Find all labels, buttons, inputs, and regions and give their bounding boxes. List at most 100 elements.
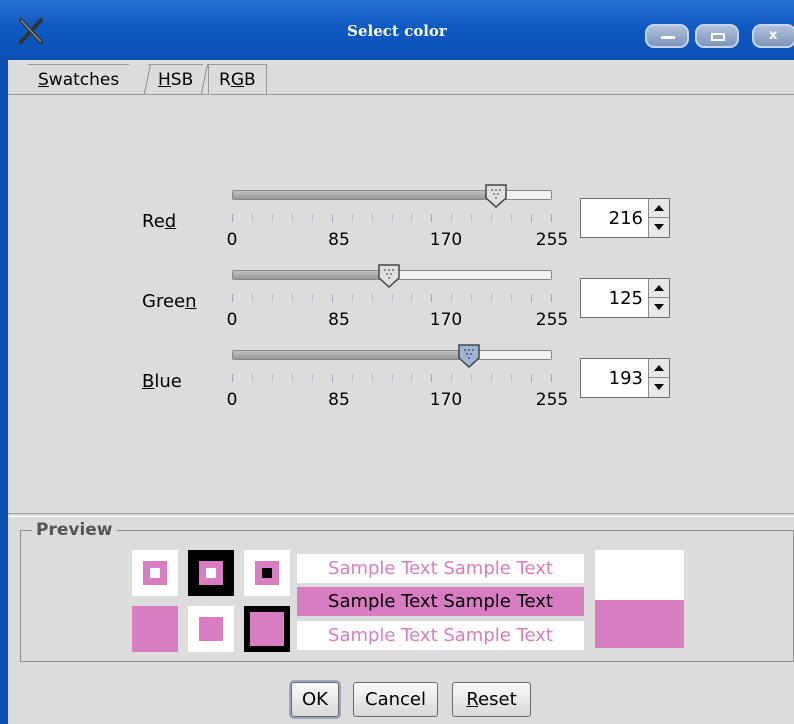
slider-tick: [352, 294, 353, 301]
red-slider-fill: [233, 191, 498, 199]
slider-tick: [272, 294, 273, 301]
slider-tick: [292, 294, 293, 301]
tab-rgb[interactable]: RGB: [208, 64, 267, 94]
slider-tick: [491, 214, 492, 221]
green-slider-thumb[interactable]: [377, 264, 401, 288]
blue-scale-label: 0: [226, 390, 238, 410]
blue-increment-button[interactable]: [649, 359, 669, 378]
minimize-button[interactable]: [645, 24, 689, 48]
red-value-input[interactable]: [583, 201, 647, 235]
green-spin-buttons: [648, 279, 669, 317]
slider-tick: [411, 214, 412, 221]
close-button[interactable]: x: [752, 24, 794, 48]
slider-tick: [511, 374, 512, 381]
slider-tick: [531, 374, 532, 382]
slider-tick: [372, 374, 373, 381]
slider-tick: [252, 294, 253, 301]
green-slider-fill: [233, 271, 391, 279]
red-slider-thumb[interactable]: [484, 184, 508, 208]
green-increment-button[interactable]: [649, 279, 669, 298]
slider-tick: [372, 214, 373, 221]
slider-tick: [551, 294, 552, 302]
slider-tick: [471, 374, 472, 381]
preview-swatch: [244, 550, 290, 596]
slider-tick: [252, 214, 253, 221]
slider-tick: [431, 294, 432, 302]
blue-label: Blue: [142, 371, 182, 392]
tab-hsb[interactable]: HSB: [148, 64, 204, 94]
slider-tick: [392, 214, 393, 221]
sample-text-on-white: Sample Text Sample Text: [297, 554, 584, 583]
slider-tick: [332, 294, 333, 302]
slider-tick: [352, 214, 353, 221]
green-spinner: [580, 278, 670, 318]
title-bar[interactable]: Select color x: [0, 0, 794, 60]
blue-value-input[interactable]: [583, 361, 647, 395]
dialog-content: Swatches HSB RGB Red 0 85 170 255 216 Gr…: [8, 60, 794, 724]
slider-tick: [332, 214, 333, 222]
slider-tick: [272, 214, 273, 221]
slider-tick: [491, 374, 492, 381]
blue-scale-label: 170: [429, 390, 463, 410]
green-scale-label: 0: [226, 310, 238, 330]
tab-bar: Swatches HSB RGB: [8, 60, 794, 95]
slider-tick: [332, 374, 333, 382]
close-icon: x: [769, 28, 778, 43]
reset-button[interactable]: Reset: [452, 682, 531, 717]
blue-decrement-button[interactable]: [649, 378, 669, 397]
slider-tick: [451, 214, 452, 221]
slider-tick: [451, 294, 452, 301]
red-slider-ticks: [232, 214, 552, 222]
blue-slider-track[interactable]: [232, 350, 552, 360]
slider-tick: [232, 374, 233, 382]
slider-tick: [431, 374, 432, 382]
slider-tick: [352, 374, 353, 381]
red-scale-label: 0: [226, 230, 238, 250]
maximize-button[interactable]: [695, 24, 739, 48]
preview-title: Preview: [32, 520, 117, 540]
preview-swatch: [132, 550, 178, 596]
preview-swatch: [188, 606, 234, 652]
red-increment-button[interactable]: [649, 199, 669, 218]
ok-button[interactable]: OK: [291, 682, 339, 717]
slider-tick: [411, 294, 412, 301]
red-spin-buttons: [648, 199, 669, 237]
select-color-dialog: Select color x Swatches HSB RGB Red 0 85…: [0, 0, 794, 724]
slider-tick: [232, 214, 233, 222]
green-scale-label: 85: [328, 310, 350, 330]
red-scale-label: 170: [429, 230, 463, 250]
blue-slider-thumb[interactable]: [457, 344, 481, 368]
slider-tick: [232, 294, 233, 302]
green-scale-label: 255: [535, 310, 569, 330]
blue-slider-fill: [233, 351, 471, 359]
slider-tick: [272, 374, 273, 381]
minimize-icon: [661, 33, 675, 39]
tab-swatches[interactable]: Swatches: [28, 64, 130, 94]
green-label: Green: [142, 291, 197, 312]
slider-tick: [372, 294, 373, 301]
slider-tick: [531, 294, 532, 302]
sample-text-on-color: Sample Text Sample Text: [297, 587, 584, 616]
maximize-icon: [711, 33, 725, 41]
blue-spin-buttons: [648, 359, 669, 397]
cancel-button[interactable]: Cancel: [353, 682, 438, 717]
blue-scale-label: 85: [328, 390, 350, 410]
slider-tick: [292, 214, 293, 221]
slider-tick: [511, 214, 512, 221]
red-decrement-button[interactable]: [649, 218, 669, 237]
preview-swatch: [244, 606, 290, 652]
slider-tick: [551, 374, 552, 382]
slider-tick: [392, 294, 393, 301]
slider-tick: [551, 214, 552, 222]
green-decrement-button[interactable]: [649, 298, 669, 317]
slider-tick: [292, 374, 293, 381]
slider-tick: [312, 214, 313, 221]
green-slider-ticks: [232, 294, 552, 302]
blue-scale-label: 255: [535, 390, 569, 410]
slider-tick: [431, 214, 432, 222]
red-scale-label: 85: [328, 230, 350, 250]
green-value-input[interactable]: [583, 281, 647, 315]
slider-tick: [252, 374, 253, 381]
slider-tick: [411, 374, 412, 381]
sample-text-on-white-2: Sample Text Sample Text: [297, 621, 584, 650]
